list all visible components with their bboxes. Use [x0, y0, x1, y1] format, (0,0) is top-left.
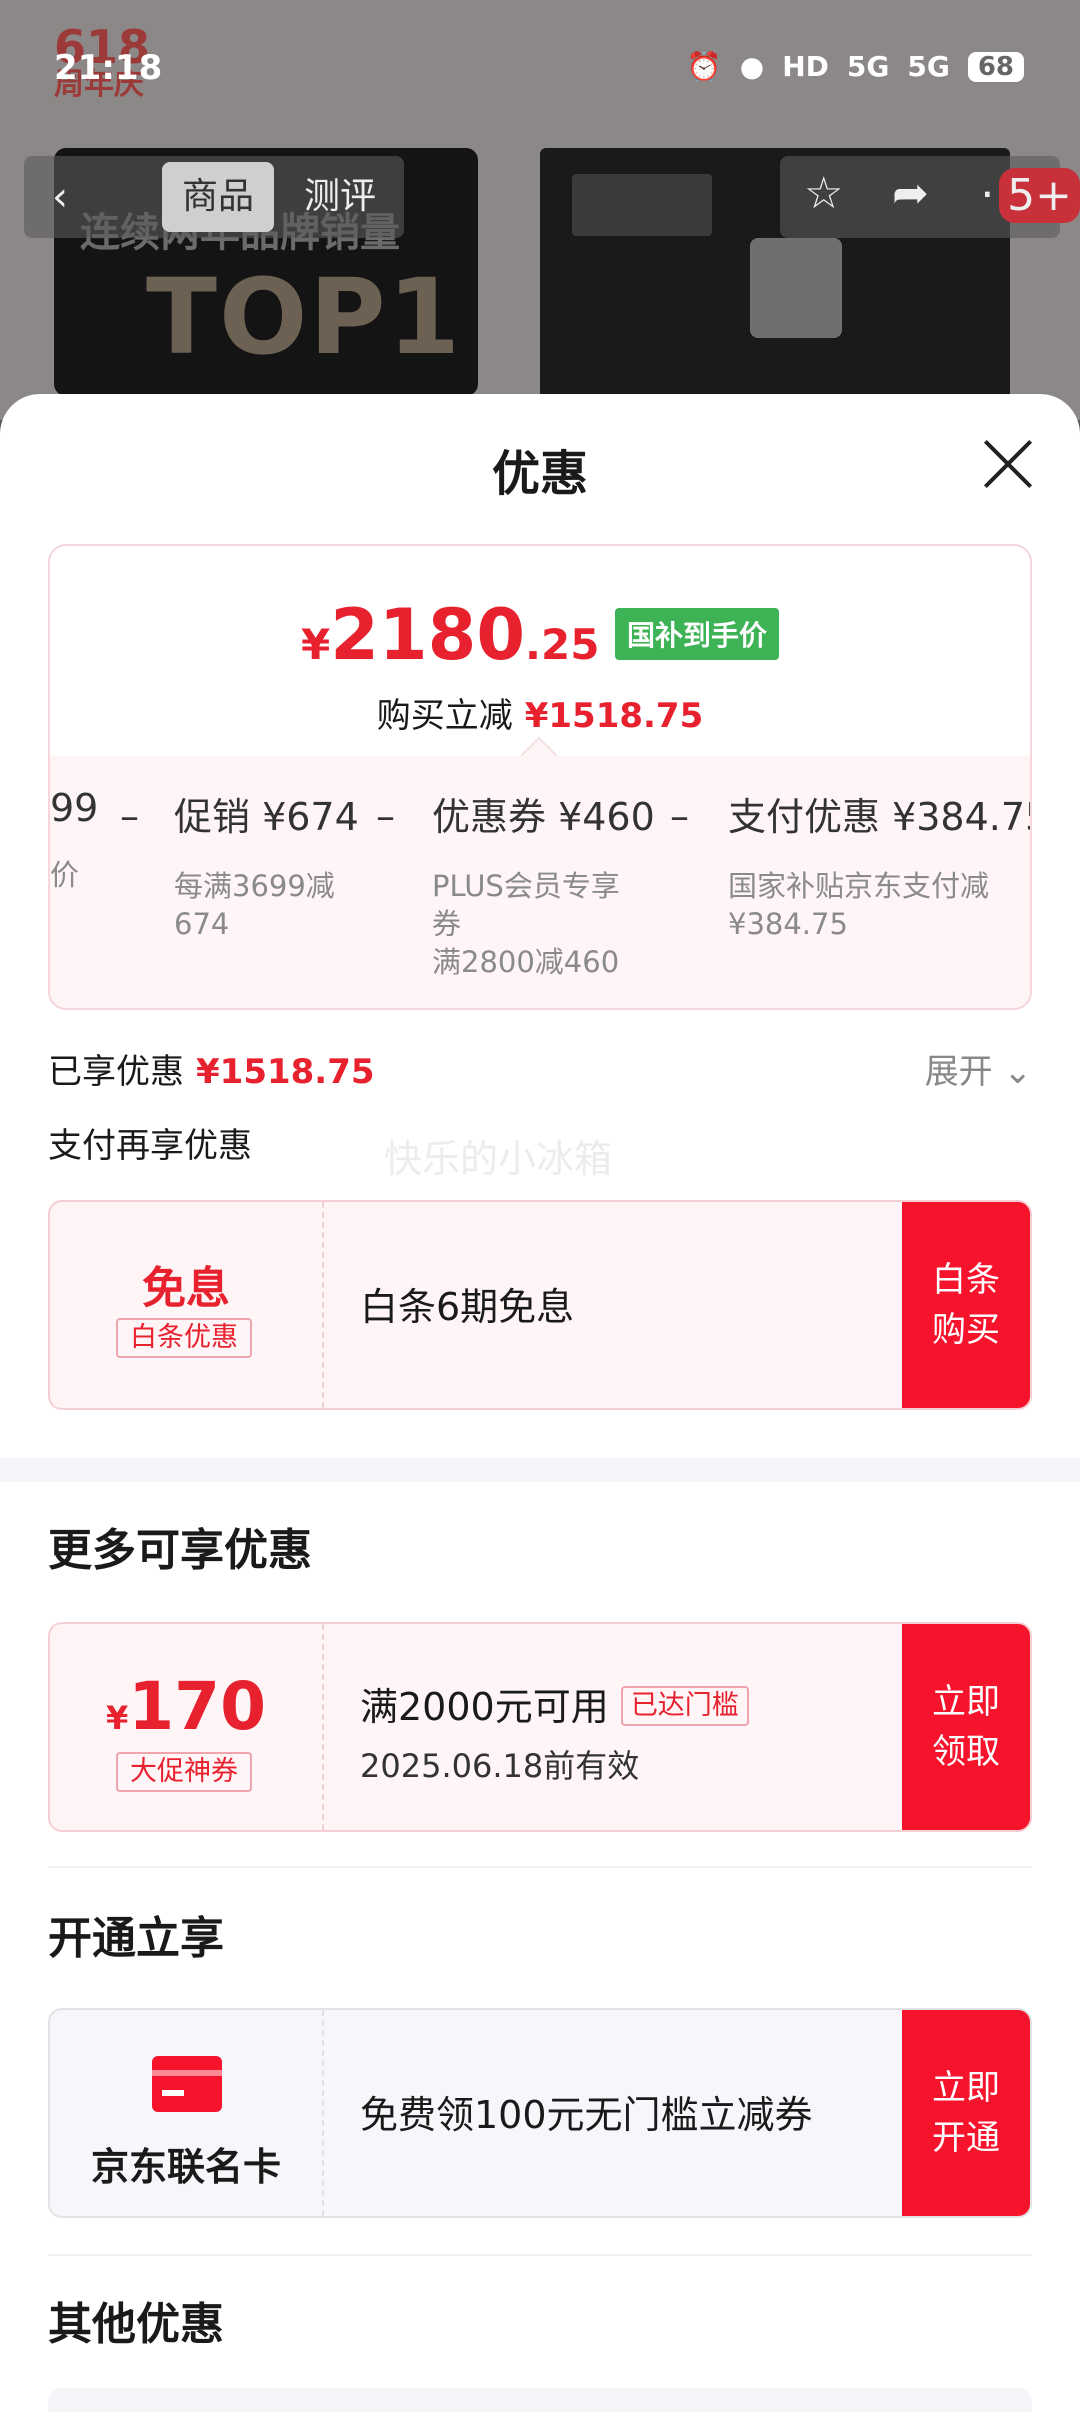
claim-coupon-button[interactable]: 立即 领取	[902, 1624, 1030, 1830]
breakdown-item: 99 价	[50, 786, 98, 894]
final-price: ¥2180.25 国补到手价	[50, 594, 1030, 676]
poster-top1: TOP1	[146, 256, 462, 378]
nav-left-group: ‹ 商品 测评	[24, 156, 404, 238]
minus-sign: –	[120, 794, 139, 838]
tab-review[interactable]: 测评	[304, 162, 376, 232]
coupon-validity: 2025.06.18前有效	[360, 1747, 640, 1785]
other-offers-title: 其他优惠	[48, 2299, 224, 2350]
alarm-icon: ⏰	[686, 50, 722, 83]
breakdown-item: 支付优惠 ¥384.75 国家补贴京东支付减 ¥384.75	[728, 786, 1032, 943]
button-line: 购买	[932, 1310, 1000, 1350]
price-summary-card: ¥2180.25 国补到手价 购买立减 ¥1518.75 99 价 – 促销 ¥6…	[48, 544, 1032, 1010]
status-time: 21:18	[54, 48, 163, 88]
divider	[48, 2254, 1032, 2256]
minus-sign: –	[376, 794, 395, 838]
breakdown-title: 优惠券 ¥460	[432, 795, 655, 839]
location-icon: ●	[739, 50, 765, 83]
hd-icon: HD	[782, 50, 829, 83]
star-icon[interactable]: ☆	[804, 168, 843, 219]
pay-again-label: 支付再享优惠	[48, 1126, 252, 1166]
breakdown-item: 促销 ¥674 每满3699减 674	[174, 786, 359, 943]
other-offers-card-partial	[48, 2388, 1032, 2412]
breakdown-title: 99	[50, 786, 99, 830]
minus-sign: –	[670, 794, 689, 838]
pointer-arrow	[520, 736, 558, 774]
expand-label: 展开	[924, 1052, 993, 1092]
5g-signal-icon: 5G	[846, 50, 890, 83]
reduction-label: 购买立减	[376, 696, 513, 736]
coupon-info: 满2000元可用 已达门槛 2025.06.18前有效	[360, 1624, 749, 1830]
button-line: 白条	[932, 1260, 1000, 1300]
jd-card-name: 京东联名卡	[90, 2145, 281, 2189]
open-card-button[interactable]: 立即 开通	[902, 2010, 1030, 2216]
jd-card-offer: 京东联名卡 免费领100元无门槛立减券 立即 开通	[48, 2008, 1032, 2218]
subsidy-price-badge: 国补到手价	[615, 608, 780, 660]
status-icons: ⏰ ● HD 5G 5G 68	[687, 50, 1024, 83]
button-line: 开通	[932, 2118, 1000, 2158]
divider	[48, 1866, 1032, 1868]
button-line: 领取	[932, 1732, 1000, 1772]
threshold-badge: 已达门槛	[620, 1686, 749, 1726]
share-icon[interactable]: ➦	[892, 168, 929, 219]
product-navbar: ‹ 商品 测评 ☆ ➦ ⋯ 5+	[24, 156, 1080, 238]
breakdown-desc: PLUS会员专享 券 满2800减460	[432, 869, 620, 979]
more-offers-title: 更多可享优惠	[48, 1525, 312, 1576]
offer-tag: 白条优惠	[116, 1318, 252, 1358]
printer-head	[750, 238, 842, 338]
coupon-card: ¥170 大促神券 满2000元可用 已达门槛 2025.06.18前有效 立即…	[48, 1622, 1032, 1832]
5g-signal-icon: 5G	[907, 50, 950, 83]
coupon-amount: ¥170	[50, 1668, 322, 1745]
offer-left-panel: 免息 白条优惠	[50, 1202, 324, 1408]
credit-card-icon	[152, 2056, 222, 2112]
breakdown-desc: 每满3699减 674	[174, 869, 335, 941]
section-divider	[0, 1458, 1080, 1482]
jd-card-offer-text: 免费领100元无门槛立减券	[360, 2093, 813, 2137]
breakdown-item: 优惠券 ¥460 PLUS会员专享 券 满2800减460	[432, 786, 655, 981]
breakdown-title: 支付优惠 ¥384.75	[728, 795, 1032, 839]
button-line: 立即	[932, 2068, 1000, 2108]
jd-card-left-panel: 京东联名卡	[50, 2010, 324, 2216]
nav-right-group: ☆ ➦ ⋯ 5+	[780, 156, 1080, 238]
offer-text: 白条6期免息	[360, 1285, 575, 1329]
enjoyed-amount: ¥1518.75	[196, 1052, 375, 1092]
price-decimal: .25	[525, 620, 600, 669]
open-offers-title: 开通立享	[48, 1913, 224, 1964]
reduction-amount: ¥1518.75	[524, 696, 704, 736]
interest-free-title: 免息	[142, 1263, 230, 1314]
purchase-reduction: 购买立减 ¥1518.75	[50, 688, 1030, 737]
enjoyed-discount-row: 已享优惠 ¥1518.75 展开 ⌄	[48, 1044, 1032, 1093]
price-integer: 2180	[330, 594, 526, 676]
sheet-title: 优惠	[491, 446, 588, 502]
back-icon[interactable]: ‹	[52, 174, 68, 220]
breakdown-title: 促销 ¥674	[174, 795, 359, 839]
status-bar: 21:18 ⏰ ● HD 5G 5G 68	[0, 0, 1080, 140]
breakdown-desc: 价	[50, 858, 80, 892]
chevron-down-icon: ⌄	[1003, 1052, 1033, 1092]
coupon-tag: 大促神券	[116, 1752, 252, 1792]
baitiao-buy-button[interactable]: 白条 购买	[902, 1202, 1030, 1408]
breakdown-desc: 国家补贴京东支付减 ¥384.75	[728, 869, 990, 941]
baitiao-offer-card: 免息 白条优惠 白条6期免息 白条 购买	[48, 1200, 1032, 1410]
button-line: 立即	[932, 1682, 1000, 1722]
enjoyed-label: 已享优惠	[48, 1052, 184, 1092]
battery-icon: 68	[967, 51, 1024, 82]
coupon-condition: 满2000元可用	[360, 1685, 609, 1729]
coupon-left-panel: ¥170 大促神券	[50, 1624, 324, 1830]
expand-toggle[interactable]: 展开 ⌄	[925, 1044, 1032, 1093]
cart-count-badge: 5+	[999, 168, 1080, 223]
price-currency: ¥	[300, 620, 331, 669]
coupon-currency: ¥	[105, 1699, 129, 1737]
watermark: 快乐的小冰箱	[384, 1137, 613, 1181]
close-icon[interactable]	[982, 438, 1034, 490]
coupon-value: 170	[128, 1668, 267, 1745]
discount-sheet: 优惠 ¥2180.25 国补到手价 购买立减 ¥1518.75 99 价 – 促销…	[0, 394, 1080, 2412]
coupon-condition-row: 满2000元可用 已达门槛	[360, 1676, 749, 1731]
tab-product[interactable]: 商品	[162, 162, 275, 232]
